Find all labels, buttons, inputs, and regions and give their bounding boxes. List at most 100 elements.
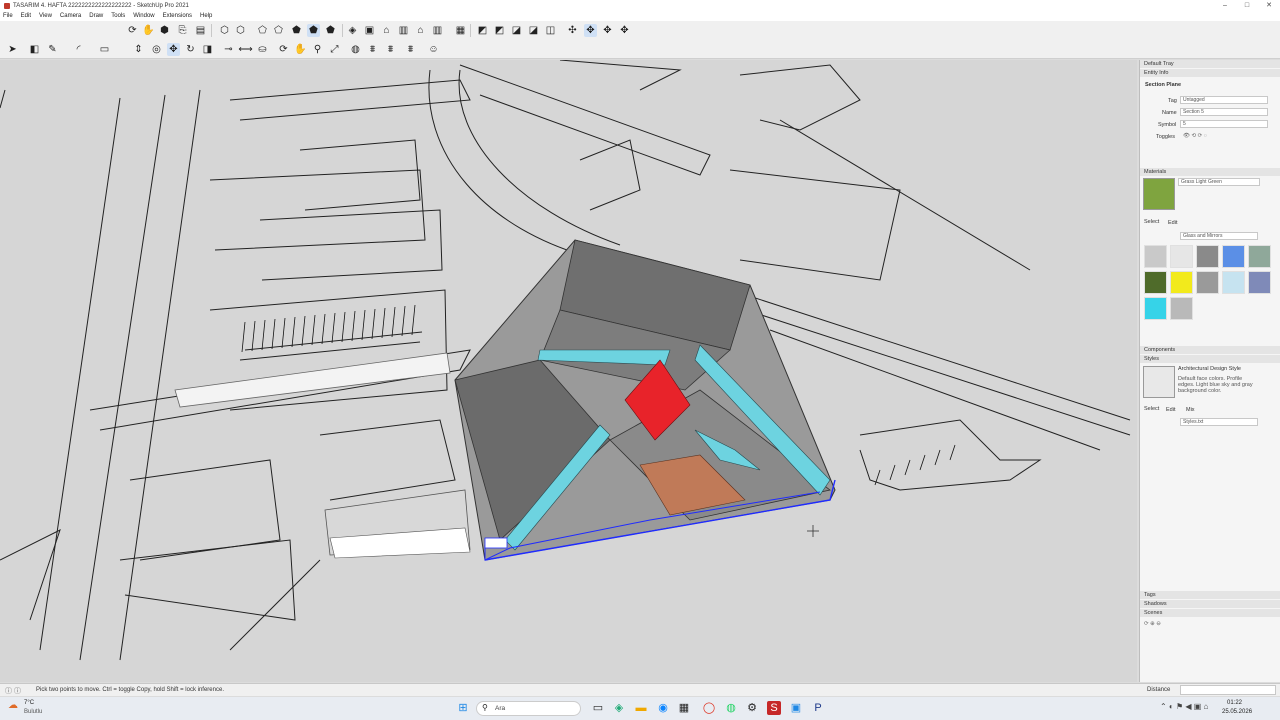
material-collection-select[interactable]: Glass and Mirrors <box>1180 232 1258 240</box>
material-swatch[interactable] <box>1222 271 1245 294</box>
task-view-icon[interactable]: ▭ <box>591 701 605 715</box>
export-icon[interactable]: ⎘ <box>176 24 189 37</box>
section-display-icon[interactable]: ◩ <box>493 24 506 37</box>
rectangle-icon[interactable]: ▭ <box>98 43 111 56</box>
dimension-icon[interactable]: ⟷ <box>238 43 252 56</box>
material-swatch[interactable] <box>1170 245 1193 268</box>
extension-manager-icon[interactable]: ⩩ <box>404 43 417 56</box>
components-header[interactable]: Components <box>1140 346 1280 354</box>
materials-header[interactable]: Materials <box>1140 168 1280 176</box>
offset-icon[interactable]: ◎ <box>150 43 163 56</box>
menu-help[interactable]: Help <box>200 13 212 19</box>
section-export-icon[interactable]: ◫ <box>544 24 557 37</box>
xray-icon[interactable]: ⬠ <box>256 24 269 37</box>
whatsapp-icon[interactable]: ◍ <box>724 701 738 715</box>
app-icon-3[interactable]: ▣ <box>789 701 803 715</box>
rotate-icon[interactable]: ↻ <box>184 43 197 56</box>
top-icon[interactable]: ▣ <box>363 24 376 37</box>
material-swatch[interactable] <box>1222 245 1245 268</box>
taskbar-search[interactable]: ⚲ Ara <box>476 701 581 716</box>
menu-extensions[interactable]: Extensions <box>163 13 192 19</box>
tags-header[interactable]: Tags <box>1140 591 1280 599</box>
scene-refresh-icon[interactable]: ⟳ ⊕ ⊖ <box>1144 621 1161 627</box>
pan-tool-icon[interactable]: ✋ <box>294 43 307 56</box>
warehouse-icon[interactable]: ▦ <box>454 24 467 37</box>
front-icon[interactable]: ⌂ <box>380 24 393 37</box>
push-pull-icon[interactable]: ⇕ <box>132 43 145 56</box>
file-explorer-icon[interactable]: ▬ <box>634 701 648 715</box>
zoom-extents-icon[interactable]: ⤢ <box>328 43 341 56</box>
orbit-icon[interactable]: ⟳ <box>126 24 139 37</box>
hidden-line-icon[interactable]: ⬟ <box>290 24 303 37</box>
styles-edit-tab[interactable]: Edit <box>1166 407 1175 413</box>
material-swatch[interactable] <box>1196 245 1219 268</box>
walk-icon[interactable]: ⬢ <box>158 24 171 37</box>
name-field[interactable]: Section 5 <box>1180 108 1268 116</box>
menu-view[interactable]: View <box>39 13 52 19</box>
zoom-icon[interactable]: ⚲ <box>311 43 324 56</box>
scenes-header[interactable]: Scenes <box>1140 609 1280 617</box>
visibility-toggle-icon[interactable]: 👁 ⟲ ⟳ ◌ <box>1183 133 1207 139</box>
symbol-field[interactable]: 5 <box>1180 120 1268 128</box>
shaded-texture-icon[interactable]: ⬟ <box>324 24 337 37</box>
warehouse-tool-icon[interactable]: ◍ <box>349 43 362 56</box>
pan-icon[interactable]: ✋ <box>142 24 155 37</box>
app-icon-1[interactable]: ◈ <box>612 701 626 715</box>
menu-file[interactable]: File <box>3 13 13 19</box>
move-active-icon[interactable]: ✥ <box>584 24 597 37</box>
arc-icon[interactable]: ◜ <box>72 43 85 56</box>
document-icon[interactable]: ▤ <box>194 24 207 37</box>
menu-tools[interactable]: Tools <box>111 13 125 19</box>
select-arrow-icon[interactable]: ➤ <box>6 43 19 56</box>
material-swatch[interactable] <box>1170 297 1193 320</box>
iso-view-icon[interactable]: ⬡ <box>218 24 231 37</box>
axes-icon[interactable]: ✣ <box>566 24 579 37</box>
tag-select[interactable]: Untagged <box>1180 96 1268 104</box>
material-swatch[interactable] <box>1144 271 1167 294</box>
tape-measure-icon[interactable]: ⊸ <box>222 43 235 56</box>
store-icon[interactable]: ▦ <box>677 701 691 715</box>
edge-icon[interactable]: ◉ <box>656 701 670 715</box>
material-swatch[interactable] <box>1170 271 1193 294</box>
extension-warehouse-icon[interactable]: ⩩ <box>366 43 379 56</box>
globe-icon[interactable]: ✥ <box>618 24 631 37</box>
building-model[interactable] <box>454 239 836 561</box>
scale-icon[interactable]: ◨ <box>201 43 214 56</box>
back-icon[interactable]: ⌂ <box>414 24 427 37</box>
top-view-icon[interactable]: ⬡ <box>234 24 247 37</box>
right-icon[interactable]: ▥ <box>397 24 410 37</box>
iso-icon[interactable]: ◈ <box>346 24 359 37</box>
maximize-button[interactable]: □ <box>1236 0 1258 11</box>
menu-camera[interactable]: Camera <box>60 13 81 19</box>
eraser-icon[interactable]: ◧ <box>28 43 41 56</box>
minimize-button[interactable]: – <box>1214 0 1236 11</box>
left-icon[interactable]: ▥ <box>431 24 444 37</box>
start-icon[interactable]: ⊞ <box>456 701 470 715</box>
move-icon[interactable]: ✥ <box>167 43 180 56</box>
account-icon[interactable]: ☺ <box>427 43 440 56</box>
shadows-header[interactable]: Shadows <box>1140 600 1280 608</box>
wireframe-icon[interactable]: ⬠ <box>272 24 285 37</box>
material-swatch[interactable] <box>1144 245 1167 268</box>
section-cut-icon[interactable]: ◪ <box>510 24 523 37</box>
app-icon-2[interactable]: ⚙ <box>745 701 759 715</box>
shaded-icon[interactable]: ⬟ <box>307 24 320 37</box>
opera-icon[interactable]: ◯ <box>702 701 716 715</box>
entity-info-header[interactable]: Entity Info <box>1140 69 1280 77</box>
status-info-icon[interactable]: ⓘ ⓘ <box>5 686 21 696</box>
material-swatch[interactable] <box>1248 245 1271 268</box>
styles-mix-tab[interactable]: Mix <box>1186 407 1195 413</box>
sketchup-icon[interactable]: S <box>767 701 781 715</box>
model-viewport[interactable] <box>0 60 1137 682</box>
weather-icon[interactable]: ☁ <box>8 700 18 711</box>
material-name-field[interactable]: Grass Light Green <box>1178 178 1260 186</box>
materials-edit-tab[interactable]: Edit <box>1168 220 1177 226</box>
style-collection-select[interactable]: Styles.txt <box>1180 418 1258 426</box>
tray-icons[interactable]: ⌃ ◐ ⚑ ◀ ▣ ⌂ <box>1160 702 1208 711</box>
photoshop-icon[interactable]: P <box>811 701 825 715</box>
paint-bucket-icon[interactable]: ⛀ <box>256 43 269 56</box>
menu-window[interactable]: Window <box>133 13 154 19</box>
position-icon[interactable]: ✥ <box>601 24 614 37</box>
section-icon[interactable]: ◩ <box>476 24 489 37</box>
close-button[interactable]: ✕ <box>1258 0 1280 11</box>
